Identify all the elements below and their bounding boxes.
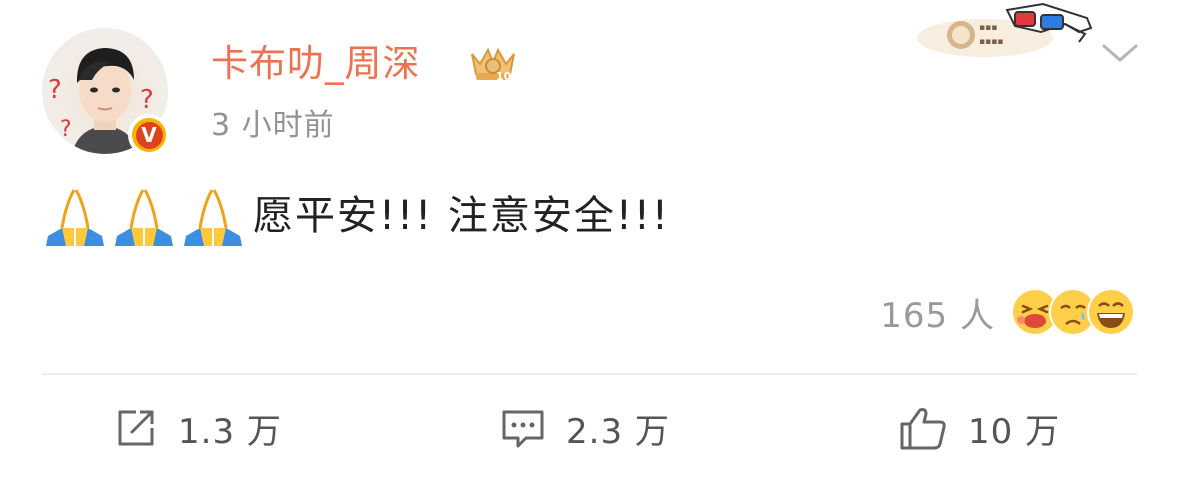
- divider: [42, 373, 1137, 375]
- repost-count: 1.3 万: [178, 411, 282, 452]
- verified-v-icon: V: [135, 121, 163, 149]
- folded-hands-emoji-icon: [46, 189, 104, 246]
- svg-text:?: ?: [140, 85, 154, 115]
- post-content: 愿平安!!! 注意安全!!!: [44, 182, 670, 250]
- post-timestamp: 3 小时前: [211, 108, 335, 143]
- reaction-count: 165 人: [880, 295, 995, 336]
- repost-button[interactable]: 1.3 万: [114, 400, 282, 456]
- comment-count: 2.3 万: [566, 411, 670, 452]
- crown-level-icon[interactable]: 10: [466, 44, 520, 88]
- like-button[interactable]: 10 万: [898, 400, 1060, 456]
- svg-text:10: 10: [496, 70, 512, 83]
- like-count: 10 万: [968, 411, 1061, 452]
- thumbs-up-icon: [900, 408, 946, 450]
- verified-badge: V: [128, 114, 170, 156]
- svg-text:▪▪▪: ▪▪▪: [979, 23, 997, 33]
- 3d-glasses-decoration-icon: ▪▪▪ ▪▪▪▪: [915, 2, 1095, 64]
- laugh-emoji-icon: [1087, 288, 1135, 336]
- reactions-summary[interactable]: 165 人: [880, 284, 1135, 340]
- svg-text:▪▪▪▪: ▪▪▪▪: [979, 37, 1003, 47]
- username[interactable]: 卡布叻_周深: [211, 40, 421, 88]
- chevron-down-icon[interactable]: [1100, 40, 1140, 70]
- svg-text:?: ?: [60, 117, 72, 142]
- folded-hands-emoji-icon: [115, 189, 173, 246]
- folded-hands-emoji-icon: [184, 189, 242, 246]
- comment-button[interactable]: 2.3 万: [500, 400, 670, 456]
- share-icon: [118, 410, 154, 446]
- post-text: 愿平安!!! 注意安全!!!: [253, 193, 670, 239]
- svg-text:?: ?: [48, 75, 62, 105]
- comment-icon: [502, 410, 544, 448]
